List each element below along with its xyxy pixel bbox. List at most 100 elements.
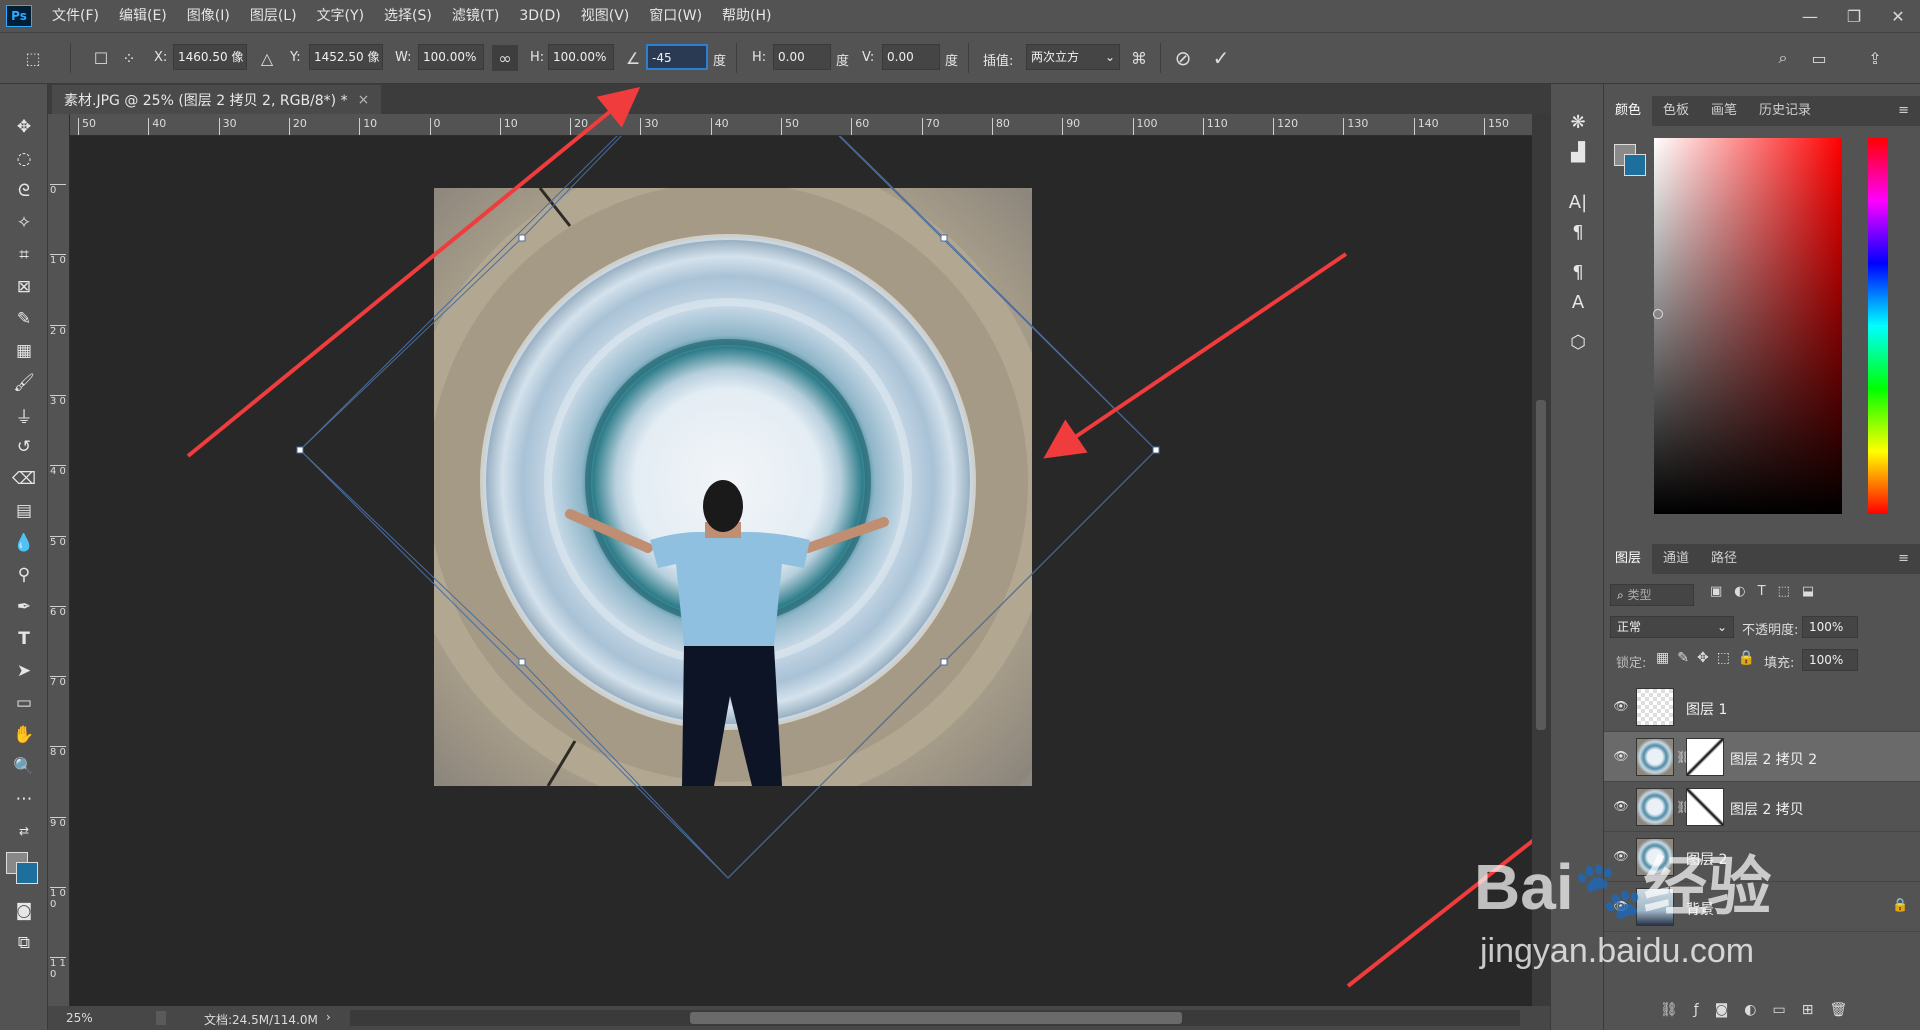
menu-type[interactable]: 文字(Y) [307,0,374,32]
layer-actions[interactable]: ⛓ƒ◙◐▭⊞🗑 [1660,1002,1863,1018]
blend-mode-select[interactable]: 正常 ⌄ [1610,616,1734,638]
lock-icons[interactable]: ▦✎✥⬚🔒 [1656,650,1763,666]
paragraph-styles-icon[interactable]: ¶ [1564,258,1592,286]
status-menu-arrow[interactable]: › [326,1010,331,1024]
gradient-tool-icon[interactable]: ▤ [8,496,40,526]
layer-row[interactable]: 👁 图层 1 [1604,682,1920,732]
document-tab[interactable]: 素材.JPG @ 25% (图层 2 拷贝 2, RGB/8*) * × [52,85,382,114]
fill-field[interactable]: 100% [1802,649,1858,671]
y-position-field[interactable]: 1452.50 像 [309,44,383,70]
tab-swatches[interactable]: 色板 [1652,96,1700,126]
menu-layer[interactable]: 图层(L) [240,0,307,32]
menu-file[interactable]: 文件(F) [42,0,109,32]
close-document-button[interactable]: × [358,92,370,108]
visibility-eye-icon[interactable]: 👁 [1612,699,1630,713]
layer-row[interactable]: 👁 ⛓ 图层 2 拷贝 [1604,782,1920,832]
layer-row[interactable]: 👁 背景 🔒 [1604,882,1920,932]
vertical-scrollbar-thumb[interactable] [1536,400,1546,730]
search-icon[interactable]: ⌕ [1770,45,1796,71]
layer-lock-icon[interactable]: 🔒 [1892,898,1908,913]
visibility-eye-icon[interactable]: 👁 [1612,849,1630,863]
layer-name[interactable]: 图层 2 拷贝 2 [1730,749,1817,769]
layer-name[interactable]: 图层 2 [1686,849,1727,869]
canvas-area[interactable] [70,136,1532,1006]
visibility-eye-icon[interactable]: 👁 [1612,749,1630,763]
lasso-tool-icon[interactable]: ᘓ [8,176,40,206]
paragraph-icon[interactable]: ¶ [1564,218,1592,246]
reference-point-checkbox[interactable]: ☐ [88,45,114,71]
transform-tool-icon[interactable]: ⬚ [20,45,46,71]
commit-transform-icon[interactable]: ✓ [1208,45,1234,71]
relative-position-icon[interactable]: △ [254,45,280,71]
layer-filter-select[interactable]: ⌕ 类型 [1610,584,1694,606]
tab-brushes[interactable]: 画笔 [1700,96,1748,126]
transform-handle[interactable] [940,234,948,242]
restore-button[interactable]: ❐ [1832,3,1876,29]
cancel-transform-icon[interactable]: ⊘ [1170,45,1196,71]
workspace-icon[interactable]: ▭ [1806,45,1832,71]
layer-name[interactable]: 图层 2 拷贝 [1730,799,1804,819]
layer-row-selected[interactable]: 👁 ⛓ 图层 2 拷贝 2 [1604,732,1920,782]
menu-view[interactable]: 视图(V) [571,0,640,32]
tab-layers[interactable]: 图层 [1604,544,1653,574]
tab-paths[interactable]: 路径 [1700,544,1748,574]
layer-row[interactable]: 👁 图层 2 [1604,832,1920,882]
layer-name[interactable]: 图层 1 [1686,699,1727,719]
visibility-eye-icon[interactable]: 👁 [1612,899,1630,913]
quick-mask-icon[interactable]: ◙ [8,896,40,926]
menu-image[interactable]: 图像(I) [177,0,240,32]
dodge-tool-icon[interactable]: ⚲ [8,560,40,590]
tab-history[interactable]: 历史记录 [1748,96,1822,126]
close-window-button[interactable]: ✕ [1876,3,1920,29]
clone-stamp-tool-icon[interactable]: ⏚ [8,400,40,430]
rectangle-tool-icon[interactable]: ▭ [8,688,40,718]
opacity-field[interactable]: 100% [1802,616,1858,638]
more-tools-icon[interactable]: ⋯ [8,784,40,814]
history-brush-tool-icon[interactable]: ↺ [8,432,40,462]
color-picker-cursor[interactable] [1653,309,1663,319]
marquee-tool-icon[interactable]: ◌ [8,144,40,174]
zoom-tool-icon[interactable]: 🔍 [8,752,40,782]
x-position-field[interactable]: 1460.50 像 [173,44,247,70]
menu-3d[interactable]: 3D(D) [509,0,570,32]
height-field[interactable]: 100.00% [548,44,614,70]
minimize-button[interactable]: — [1788,3,1832,29]
histogram-icon[interactable]: ▟ [1564,138,1592,166]
canvas-artwork[interactable] [70,136,1532,1006]
rotation-angle-field[interactable]: -45 [646,44,708,70]
panel-menu-icon[interactable]: ≡ [1887,96,1920,126]
eraser-tool-icon[interactable]: ⌫ [8,464,40,494]
layer-mask-thumbnail[interactable] [1686,788,1724,826]
move-tool-icon[interactable]: ✥ [8,112,40,142]
transform-handle[interactable] [518,234,526,242]
character-icon[interactable]: A| [1564,188,1592,216]
type-tool-icon[interactable]: T [8,624,40,654]
tab-channels[interactable]: 通道 [1652,544,1700,574]
color-background-swatch[interactable] [1624,154,1646,176]
navigator-icon[interactable]: ❋ [1564,108,1592,136]
layer-name[interactable]: 背景 [1686,899,1714,919]
layers-panel-menu-icon[interactable]: ≡ [1887,544,1920,574]
hue-slider[interactable] [1868,138,1888,514]
transform-handle[interactable] [296,446,304,454]
visibility-eye-icon[interactable]: 👁 [1612,799,1630,813]
magic-wand-tool-icon[interactable]: ✧ [8,208,40,238]
width-field[interactable]: 100.00% [418,44,484,70]
menu-edit[interactable]: 编辑(E) [109,0,177,32]
crop-tool-icon[interactable]: ⌗ [8,240,40,270]
blur-tool-icon[interactable]: 💧 [8,528,40,558]
frame-tool-icon[interactable]: ⊠ [8,272,40,302]
layer-mask-thumbnail[interactable] [1686,738,1724,776]
transform-handle[interactable] [1152,446,1160,454]
pen-tool-icon[interactable]: ✒ [8,592,40,622]
3d-icon[interactable]: ⬡ [1564,328,1592,356]
interpolation-select[interactable]: 两次立方 ⌄ [1026,44,1120,70]
brush-tool-icon[interactable]: 🖌 [8,368,40,398]
menu-select[interactable]: 选择(S) [374,0,442,32]
hand-tool-icon[interactable]: ✋ [8,720,40,750]
transform-handle[interactable] [518,658,526,666]
h-skew-field[interactable]: 0.00 [773,44,831,70]
tab-color[interactable]: 颜色 [1604,96,1653,126]
zoom-level[interactable]: 25% [66,1011,93,1025]
swap-colors-icon[interactable]: ⇄ [8,816,40,846]
